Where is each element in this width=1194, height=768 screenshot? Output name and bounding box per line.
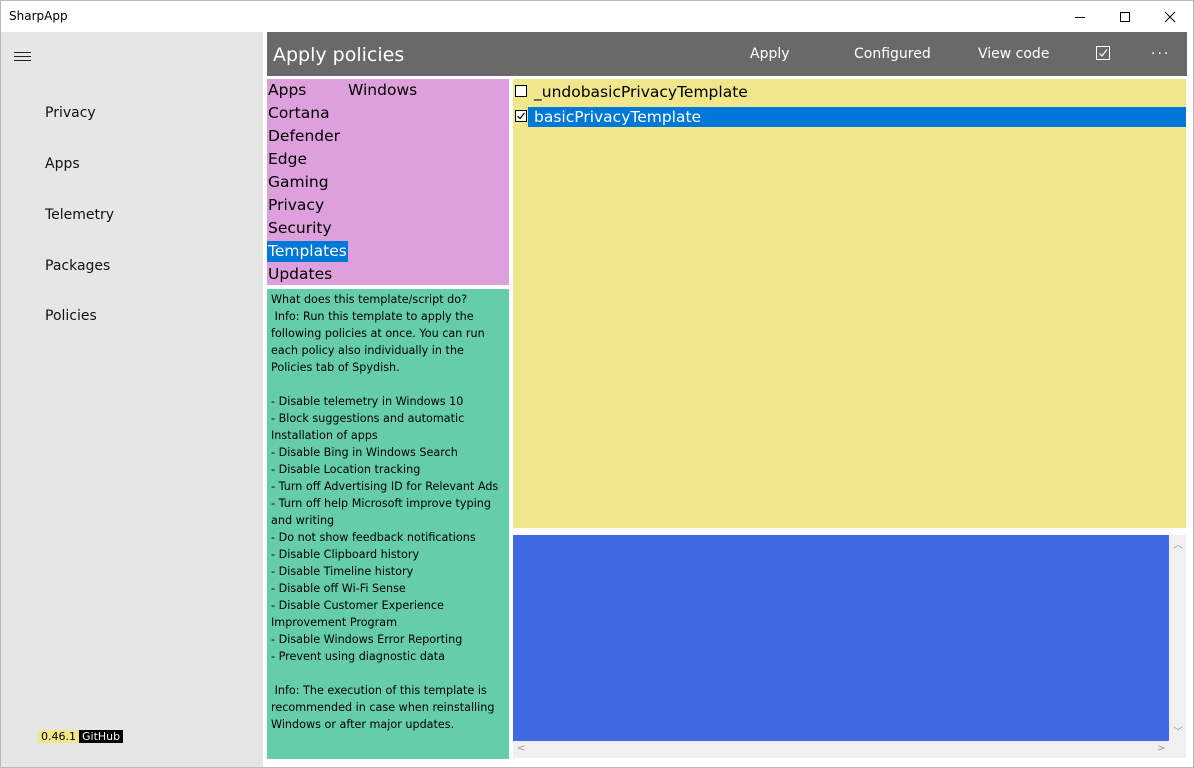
template-checkbox[interactable] bbox=[515, 85, 527, 97]
sidebar-item-apps[interactable]: Apps bbox=[45, 156, 80, 172]
checkmark-icon bbox=[1099, 49, 1108, 57]
category-item-apps[interactable]: Apps bbox=[268, 80, 308, 101]
close-button[interactable] bbox=[1147, 1, 1193, 32]
view-code-button[interactable]: View code bbox=[978, 46, 1049, 62]
category-list: Apps Windows Cortana Defender Edge Gamin… bbox=[267, 79, 509, 285]
sidebar-item-telemetry[interactable]: Telemetry bbox=[45, 207, 114, 223]
version-bar: 0.46.1 GitHub bbox=[38, 730, 124, 743]
list-item[interactable]: basicPrivacyTemplate bbox=[513, 105, 1186, 127]
checkmark-icon bbox=[517, 112, 525, 120]
category-item-privacy[interactable]: Privacy bbox=[268, 195, 326, 216]
scroll-right-icon[interactable]: > bbox=[1157, 743, 1165, 754]
page-title: Apply policies bbox=[273, 44, 405, 66]
template-description-text: What does this template/script do? Info:… bbox=[271, 293, 499, 731]
category-item-windows[interactable]: Windows bbox=[348, 80, 419, 101]
list-item[interactable]: _undobasicPrivacyTemplate bbox=[513, 80, 1186, 102]
template-description-panel: What does this template/script do? Info:… bbox=[267, 289, 509, 759]
category-item-defender[interactable]: Defender bbox=[268, 126, 342, 147]
minimize-button[interactable] bbox=[1057, 1, 1103, 32]
vertical-scrollbar[interactable]: ︿ ﹀ bbox=[1169, 535, 1186, 741]
scroll-up-icon[interactable]: ︿ bbox=[1173, 536, 1183, 551]
category-item-security[interactable]: Security bbox=[268, 218, 334, 239]
category-item-cortana[interactable]: Cortana bbox=[268, 103, 332, 124]
more-options-button[interactable]: ... bbox=[1151, 42, 1170, 58]
sidebar-item-packages[interactable]: Packages bbox=[45, 258, 110, 274]
hamburger-menu-icon[interactable] bbox=[14, 52, 32, 64]
configured-button[interactable]: Configured bbox=[854, 46, 931, 62]
maximize-icon bbox=[1120, 11, 1130, 22]
sidebar: Privacy Apps Telemetry Packages Policies bbox=[1, 32, 263, 767]
window-title: SharpApp bbox=[9, 9, 68, 23]
select-all-checkbox[interactable] bbox=[1096, 46, 1110, 60]
sidebar-item-policies[interactable]: Policies bbox=[45, 308, 97, 324]
maximize-button[interactable] bbox=[1102, 1, 1148, 32]
close-icon bbox=[1164, 11, 1176, 22]
apply-button[interactable]: Apply bbox=[750, 46, 790, 62]
command-bar: Apply policies Apply Configured View cod… bbox=[267, 32, 1187, 76]
scroll-down-icon[interactable]: ﹀ bbox=[1173, 723, 1183, 738]
template-list: _undobasicPrivacyTemplate basicPrivacyTe… bbox=[513, 79, 1186, 528]
app-window: SharpApp Privacy Apps Telemetry Packages… bbox=[0, 0, 1194, 768]
minimize-icon bbox=[1075, 16, 1085, 18]
title-bar: SharpApp bbox=[1, 1, 1193, 32]
horizontal-scrollbar[interactable]: < > bbox=[513, 741, 1169, 758]
category-item-templates[interactable]: Templates bbox=[267, 241, 348, 262]
github-link[interactable]: GitHub bbox=[79, 730, 124, 743]
version-badge: 0.46.1 bbox=[38, 730, 79, 743]
category-item-edge[interactable]: Edge bbox=[268, 149, 309, 170]
template-checkbox-checked[interactable] bbox=[515, 110, 527, 122]
output-panel[interactable] bbox=[513, 535, 1169, 741]
category-item-gaming[interactable]: Gaming bbox=[268, 172, 331, 193]
scroll-left-icon[interactable]: < bbox=[517, 743, 525, 754]
template-label: _undobasicPrivacyTemplate bbox=[534, 83, 748, 101]
sidebar-item-privacy[interactable]: Privacy bbox=[45, 105, 96, 121]
category-item-updates[interactable]: Updates bbox=[268, 264, 334, 285]
template-label: basicPrivacyTemplate bbox=[528, 107, 1186, 127]
scrollbar-corner bbox=[1169, 741, 1186, 758]
